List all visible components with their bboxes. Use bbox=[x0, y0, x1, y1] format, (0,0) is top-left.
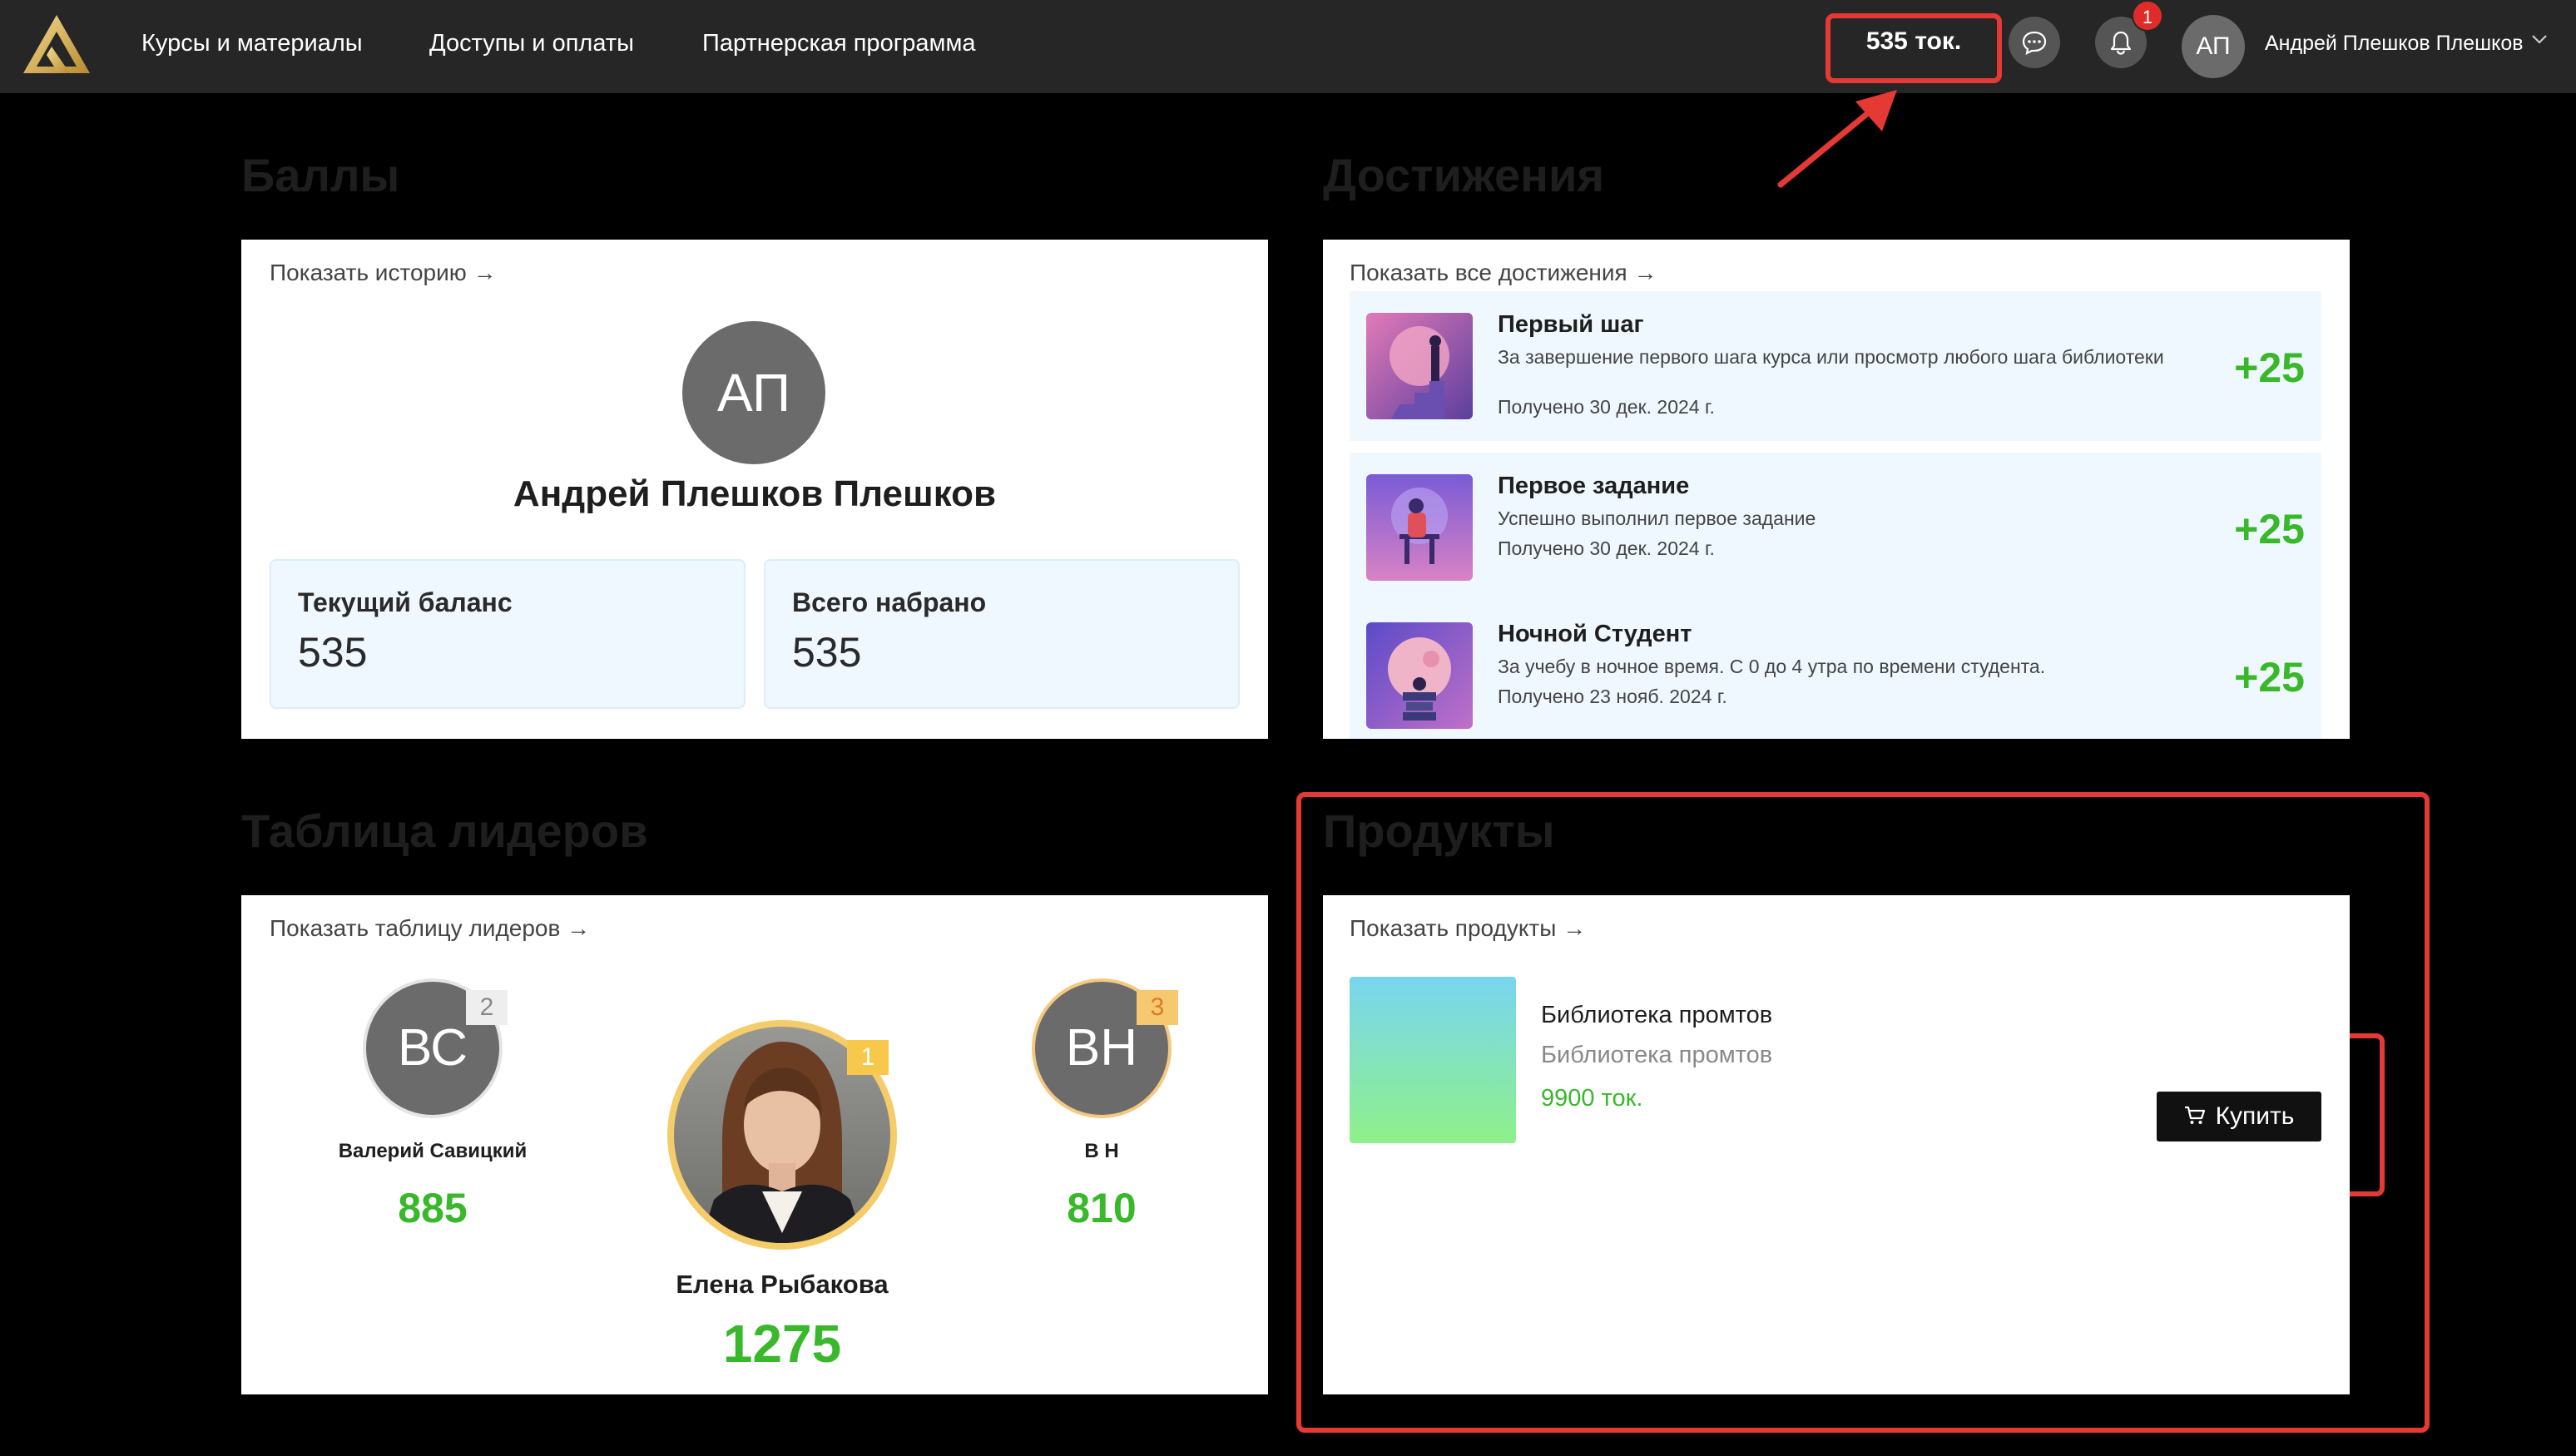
achievement-description: За завершение первого шага курса или про… bbox=[1498, 346, 2164, 368]
product-price: 9900 ток. bbox=[1541, 1085, 1643, 1112]
leader-name: Валерий Савицкий bbox=[338, 1140, 528, 1162]
points-section-title: Баллы bbox=[241, 149, 400, 201]
buy-button[interactable]: Купить bbox=[2157, 1092, 2321, 1142]
annotation-arrow-icon bbox=[1777, 90, 1897, 188]
achievement-title: Первое задание bbox=[1498, 473, 1690, 499]
cart-icon bbox=[2184, 1106, 2205, 1125]
current-balance-label: Текущий баланс bbox=[298, 587, 513, 617]
achievement-description: За учебу в ночное время. С 0 до 4 утра п… bbox=[1498, 656, 2046, 677]
rank-badge: 3 bbox=[1137, 990, 1178, 1025]
product-subtitle: Библиотека промтов bbox=[1541, 1042, 1773, 1068]
products-section-title: Продукты bbox=[1323, 805, 1555, 857]
leader-score: 810 bbox=[1067, 1185, 1137, 1231]
user-menu-name[interactable]: Андрей Плешков Плешков bbox=[2265, 28, 2524, 58]
achievement-points: +25 bbox=[2234, 506, 2305, 552]
total-earned-label: Всего набрано bbox=[792, 587, 987, 617]
user-avatar[interactable]: АП bbox=[2182, 15, 2245, 78]
leaderboard-section-title: Таблица лидеров bbox=[241, 805, 648, 857]
rank-badge: 2 bbox=[466, 990, 508, 1025]
leader-name: В Н bbox=[1084, 1140, 1119, 1162]
chat-icon bbox=[2022, 31, 2047, 55]
profile-avatar: АП bbox=[682, 321, 825, 464]
achievement-date: Получено 23 нояб. 2024 г. bbox=[1498, 686, 1727, 707]
chevron-down-icon[interactable] bbox=[2531, 33, 2548, 45]
achievements-section-title: Достижения bbox=[1323, 149, 1605, 201]
products-card bbox=[1323, 895, 2350, 1394]
leader-score: 885 bbox=[398, 1185, 468, 1231]
achievement-first-task-image bbox=[1366, 474, 1473, 581]
logo-icon[interactable] bbox=[22, 13, 92, 75]
profile-full-name: Андрей Плешков Плешков bbox=[513, 473, 997, 514]
buy-button-label: Купить bbox=[2215, 1102, 2295, 1130]
bell-icon bbox=[2110, 31, 2132, 55]
nav-partner-program[interactable]: Партнерская программа bbox=[702, 27, 976, 60]
achievement-night-student-image bbox=[1366, 622, 1473, 729]
chat-button[interactable] bbox=[2009, 17, 2060, 68]
nav-courses[interactable]: Курсы и материалы bbox=[141, 27, 363, 60]
nav-access-payments[interactable]: Доступы и оплаты bbox=[429, 27, 634, 60]
achievement-points: +25 bbox=[2234, 654, 2305, 701]
achievement-date: Получено 30 дек. 2024 г. bbox=[1498, 396, 1715, 418]
achievement-description: Успешно выполнил первое задание bbox=[1498, 508, 1816, 529]
top-navbar: Курсы и материалы Доступы и оплаты Партн… bbox=[0, 0, 2576, 93]
product-thumbnail[interactable] bbox=[1350, 977, 1516, 1143]
achievement-title: Первый шаг bbox=[1498, 311, 1644, 338]
show-products-link[interactable]: Показать продукты → bbox=[1350, 914, 1586, 943]
achievement-points: +25 bbox=[2234, 344, 2305, 391]
rank-badge: 1 bbox=[847, 1040, 889, 1075]
achievement-item[interactable]: Первое задание Успешно выполнил первое з… bbox=[1350, 453, 2321, 602]
achievement-item[interactable]: Ночной Студент За учебу в ночное время. … bbox=[1350, 601, 2321, 739]
achievement-title: Ночной Студент bbox=[1498, 621, 1692, 647]
current-balance-value: 535 bbox=[298, 629, 368, 676]
achievement-first-step-image bbox=[1366, 313, 1473, 419]
achievement-item[interactable]: Первый шаг За завершение первого шага ку… bbox=[1350, 291, 2321, 441]
total-earned-box: Всего набрано 535 bbox=[764, 559, 1240, 709]
achievement-date: Получено 30 дек. 2024 г. bbox=[1498, 537, 1715, 559]
show-history-link[interactable]: Показать историю → bbox=[270, 258, 497, 288]
notification-badge: 1 bbox=[2132, 0, 2163, 32]
show-leaderboard-link[interactable]: Показать таблицу лидеров → bbox=[270, 914, 590, 943]
leader-name: Елена Рыбакова bbox=[676, 1270, 889, 1299]
leader-score: 1275 bbox=[722, 1314, 842, 1374]
annotation-balance-box bbox=[1825, 13, 2002, 83]
show-all-achievements-link[interactable]: Показать все достижения → bbox=[1350, 258, 1657, 288]
product-name[interactable]: Библиотека промтов bbox=[1541, 1000, 1772, 1030]
total-earned-value: 535 bbox=[792, 629, 862, 676]
current-balance-box: Текущий баланс 535 bbox=[270, 559, 746, 709]
